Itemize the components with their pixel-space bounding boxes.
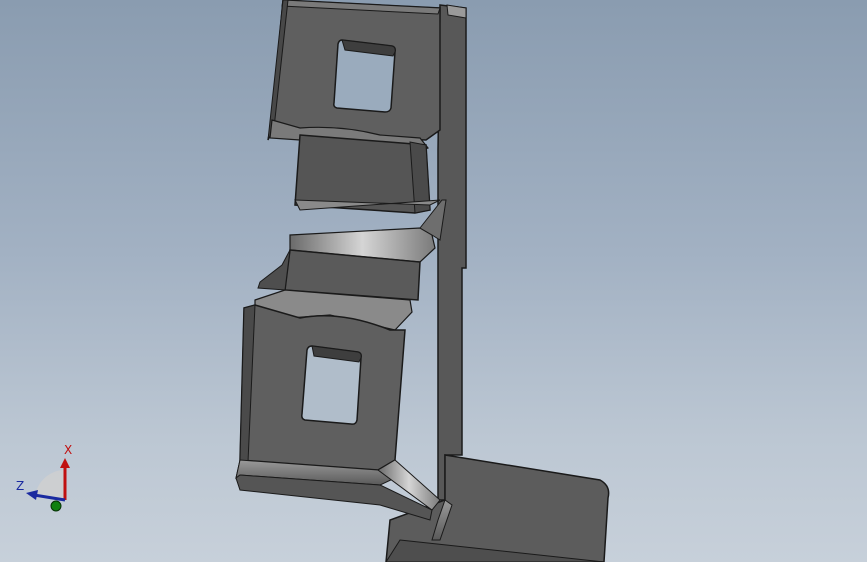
x-axis-label: X — [64, 443, 72, 457]
z-axis-arrowhead-icon — [26, 490, 38, 500]
z-axis-label: Z — [16, 479, 24, 493]
x-axis-arrowhead-icon — [60, 458, 70, 468]
spine-plate[interactable] — [437, 4, 467, 501]
part-model[interactable] — [0, 0, 867, 562]
orientation-triad[interactable]: X Z — [10, 440, 90, 520]
y-axis-dot-icon — [50, 500, 62, 512]
graphics-viewport[interactable]: X Z — [0, 0, 867, 562]
middle-body-left-notch — [257, 249, 291, 291]
